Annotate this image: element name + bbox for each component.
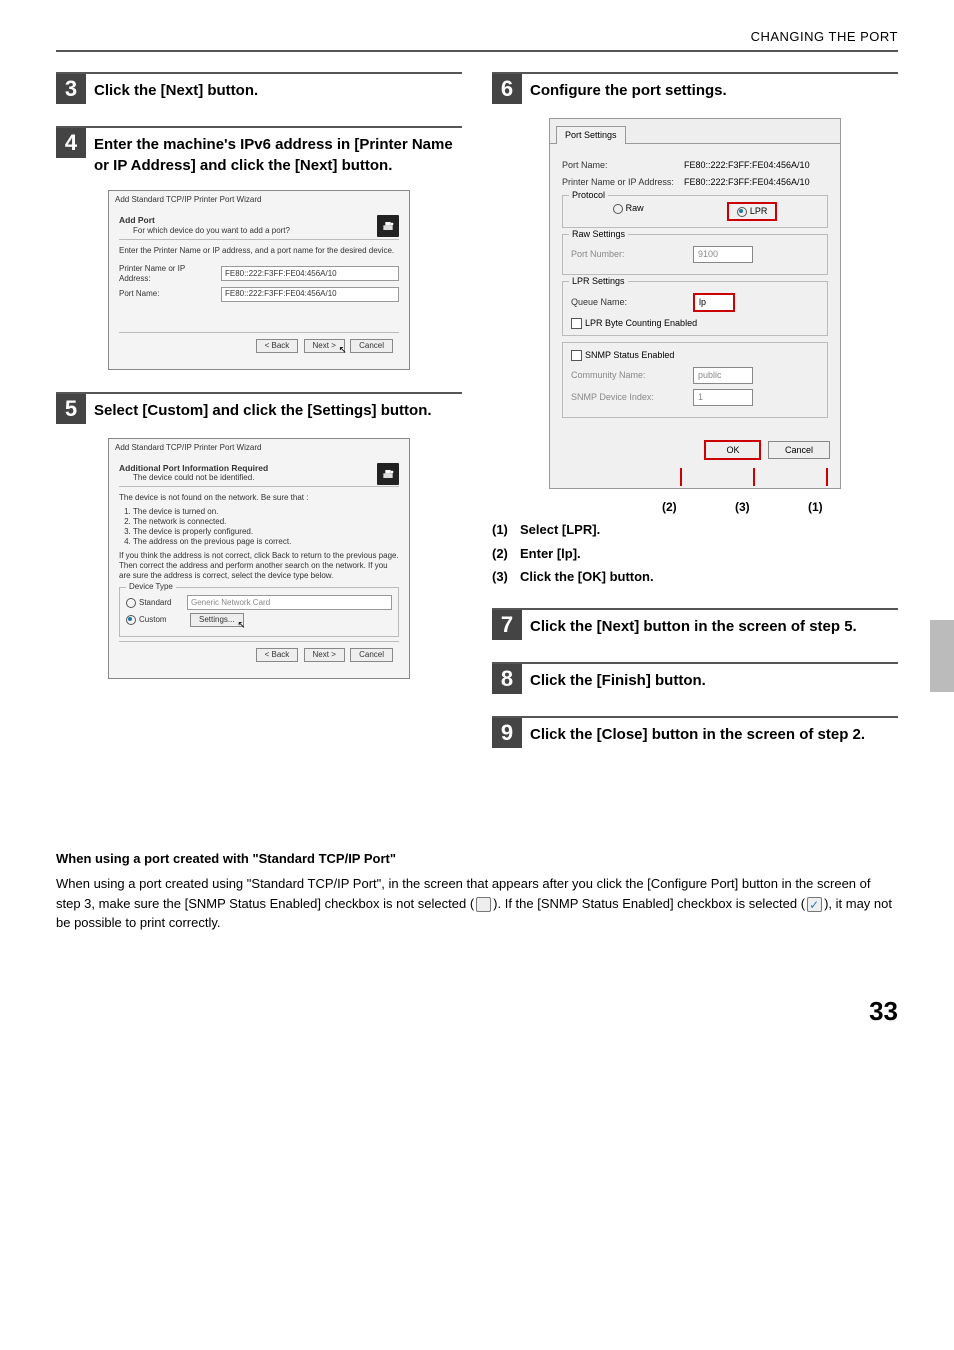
addl-sub: The device could not be identified. [133,473,399,483]
device-type-label: Device Type [126,582,176,592]
cursor-icon: ↖ [237,620,245,633]
radio-custom-label: Custom [139,615,167,624]
next-button[interactable]: Next > [304,648,345,662]
back-button[interactable]: < Back [256,339,299,353]
settings-button[interactable]: Settings...↖ [190,613,244,627]
cancel-button[interactable]: Cancel [768,441,830,460]
label-queue: Queue Name: [571,296,687,309]
step-3-title: Click the [Next] button. [94,78,258,101]
annotation-2: (2) [662,499,677,516]
back-button[interactable]: < Back [256,648,299,662]
page-number: 33 [56,993,898,1029]
step-9-title: Click the [Close] button in the screen o… [530,722,865,745]
checkbox-byte-counting[interactable] [571,318,582,329]
input-queue[interactable]: lp [693,293,735,312]
port-settings-tab[interactable]: Port Settings [556,126,626,144]
step-3-num: 3 [56,74,86,104]
addl-notfound: The device is not found on the network. … [119,493,399,503]
label-addr: Printer Name or IP Address: [562,176,678,189]
label-portname: Port Name: [562,159,678,172]
addl-li4: The address on the previous page is corr… [133,537,399,547]
step-4-title: Enter the machine's IPv6 address in [Pri… [94,132,462,176]
standard-value: Generic Network Card [187,595,392,610]
cancel-button[interactable]: Cancel [350,339,393,353]
sub-1-text: Select [LPR]. [520,522,600,537]
label-byte-counting: LPR Byte Counting Enabled [585,318,697,328]
step-6-num: 6 [492,74,522,104]
input-snmp-index: 1 [693,389,753,406]
step-5-title: Select [Custom] and click the [Settings]… [94,398,432,421]
add-port-dialog: Add Standard TCP/IP Printer Port Wizard … [108,190,410,370]
footnote-body: When using a port created using "Standar… [56,874,898,933]
sub-3-num: (3) [492,568,520,586]
step-7-title: Click the [Next] button in the screen of… [530,614,857,637]
checkbox-unchecked-icon [476,897,491,912]
checkbox-snmp[interactable] [571,350,582,361]
ok-button[interactable]: OK [704,440,761,461]
add-port-subhead: For which device do you want to add a po… [133,226,399,236]
page-header: CHANGING THE PORT [751,29,898,44]
header-rule [56,50,898,52]
side-tab [930,620,954,692]
step-8-title: Click the [Finish] button. [530,668,706,691]
label-snmp-index: SNMP Device Index: [571,391,687,404]
addl-li3: The device is properly configured. [133,527,399,537]
annotation-1: (1) [808,499,823,516]
radio-custom[interactable] [126,615,136,625]
printer-icon [377,215,399,237]
printer-icon [377,463,399,485]
addl-heading: Additional Port Information Required [119,463,399,474]
input-port-name[interactable]: FE80::222:F3FF:FE04:456A/10 [221,287,399,302]
label-portnum: Port Number: [571,248,687,261]
input-printer-name[interactable]: FE80::222:F3FF:FE04:456A/10 [221,266,399,281]
radio-standard-label: Standard [139,598,171,607]
label-snmp: SNMP Status Enabled [585,350,674,360]
step-9-num: 9 [492,718,522,748]
addl-instr2: If you think the address is not correct,… [119,551,399,581]
sub-2-text: Enter [lp]. [520,546,581,561]
label-printer-name: Printer Name or IP Address: [119,264,215,284]
sub-3-text: Click the [OK] button. [520,569,654,584]
radio-raw[interactable] [613,204,623,214]
step-6-title: Configure the port settings. [530,78,727,101]
checkbox-checked-icon [807,897,822,912]
label-port-name: Port Name: [119,289,215,299]
step-7-num: 7 [492,610,522,640]
radio-standard[interactable] [126,598,136,608]
addl-li1: The device is turned on. [133,507,399,517]
addl-li2: The network is connected. [133,517,399,527]
next-button[interactable]: Next >↖ [304,339,345,353]
cursor-icon: ↖ [338,345,346,358]
label-community: Community Name: [571,369,687,382]
footnote-heading: When using a port created with "Standard… [56,850,898,868]
radio-lpr-label: LPR [750,206,768,216]
cancel-button[interactable]: Cancel [350,648,393,662]
dialog-title: Add Standard TCP/IP Printer Port Wizard [109,191,409,209]
port-settings-dialog: Port Settings Port Name:FE80::222:F3FF:F… [549,118,841,489]
additional-port-info-dialog: Add Standard TCP/IP Printer Port Wizard … [108,438,410,680]
protocol-group: Protocol [569,189,608,202]
value-portname: FE80::222:F3FF:FE04:456A/10 [684,159,828,172]
radio-raw-label: Raw [626,203,644,213]
raw-settings-group: Raw Settings [569,228,628,241]
step-5-num: 5 [56,394,86,424]
input-community: public [693,367,753,384]
value-addr: FE80::222:F3FF:FE04:456A/10 [684,176,828,189]
step-4-num: 4 [56,128,86,158]
dialog-title-5: Add Standard TCP/IP Printer Port Wizard [109,439,409,457]
annotation-3: (3) [735,499,750,516]
sub-2-num: (2) [492,545,520,563]
radio-lpr[interactable] [737,207,747,217]
add-port-instr: Enter the Printer Name or IP address, an… [119,246,399,256]
add-port-heading: Add Port [119,215,399,226]
lpr-settings-group: LPR Settings [569,275,628,288]
sub-1-num: (1) [492,521,520,539]
input-portnum: 9100 [693,246,753,263]
lpr-callout-1: LPR [727,202,778,221]
step-8-num: 8 [492,664,522,694]
